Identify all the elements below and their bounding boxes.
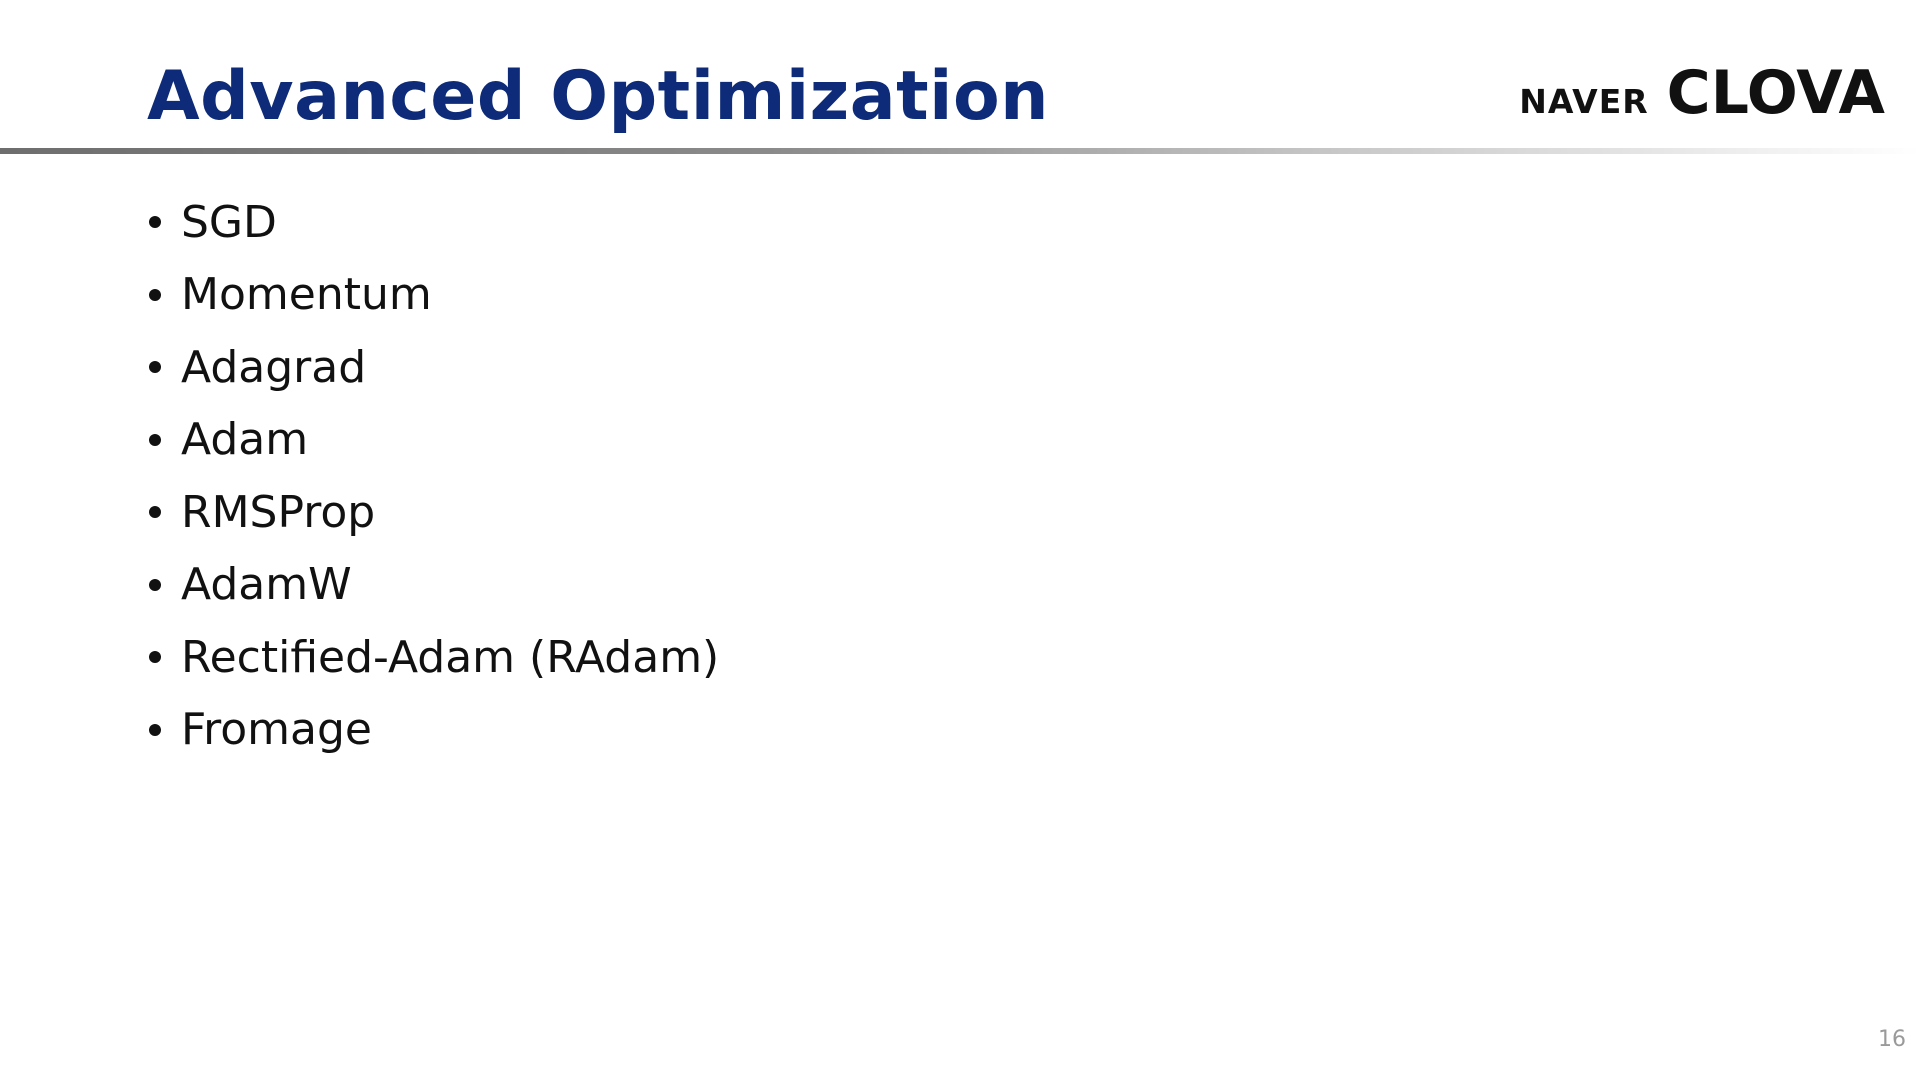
- naver-clova-logo: NAVER CLOVA: [1519, 58, 1885, 128]
- list-item-momentum: Momentum: [147, 259, 719, 332]
- list-item-sgd: SGD: [147, 186, 719, 259]
- bullet-icon: [149, 578, 161, 591]
- bullet-icon: [149, 723, 161, 736]
- list-item-label: Momentum: [181, 269, 432, 321]
- title-divider: [0, 148, 1920, 154]
- optimizer-list: SGD Momentum Adagrad Adam RMSProp AdamW …: [147, 186, 719, 766]
- bullet-icon: [149, 651, 161, 664]
- slide-title: Advanced Optimization: [147, 57, 1050, 136]
- list-item-label: Adagrad: [181, 341, 367, 393]
- list-item-label: RMSProp: [181, 486, 376, 538]
- list-item-label: Fromage: [181, 704, 372, 756]
- bullet-icon: [149, 506, 161, 519]
- list-item-radam: Rectified-Adam (RAdam): [147, 621, 719, 694]
- slide: Advanced Optimization NAVER CLOVA SGD Mo…: [0, 0, 1920, 1080]
- list-item-adamw: AdamW: [147, 549, 719, 622]
- list-item-rmsprop: RMSProp: [147, 476, 719, 549]
- bullet-icon: [149, 433, 161, 446]
- list-item-adagrad: Adagrad: [147, 331, 719, 404]
- list-item-label: SGD: [181, 196, 277, 248]
- bullet-icon: [149, 288, 161, 301]
- page-number: 16: [1878, 1027, 1906, 1052]
- list-item-label: AdamW: [181, 559, 352, 611]
- list-item-label: Adam: [181, 414, 309, 466]
- logo-clova-text: CLOVA: [1666, 58, 1885, 128]
- list-item-label: Rectified-Adam (RAdam): [181, 631, 720, 683]
- list-item-fromage: Fromage: [147, 694, 719, 767]
- bullet-icon: [149, 361, 161, 374]
- bullet-icon: [149, 216, 161, 229]
- logo-naver-text: NAVER: [1519, 82, 1649, 121]
- list-item-adam: Adam: [147, 404, 719, 477]
